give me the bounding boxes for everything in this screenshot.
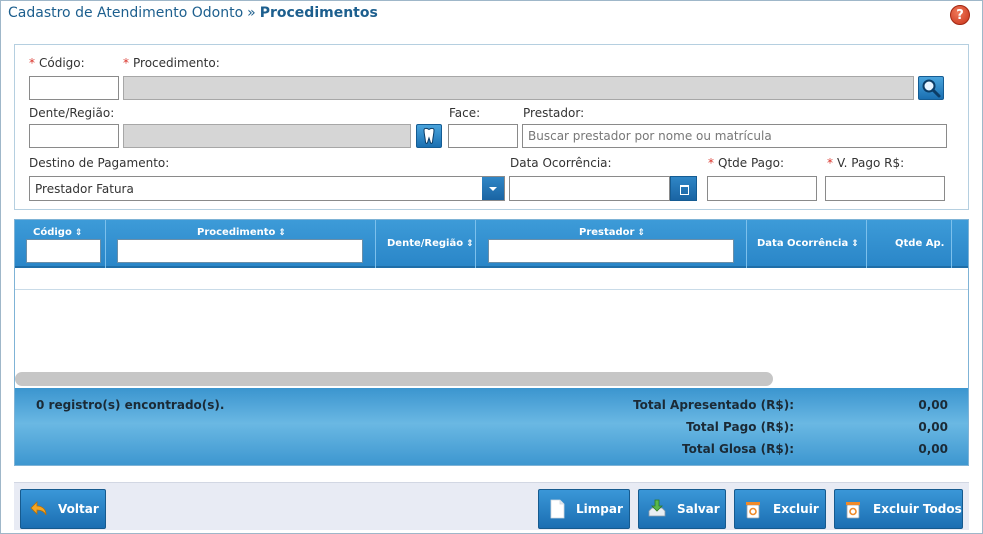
sort-icon[interactable]: ⇕ — [851, 239, 859, 249]
face-label: Face: — [449, 106, 481, 120]
excluir-todos-button-label: Excluir Todos — [873, 502, 962, 516]
qtde-pago-input[interactable] — [707, 176, 817, 201]
column-title: Data Ocorrência — [757, 238, 849, 249]
breadcrumb[interactable]: Cadastro de Atendimento Odonto — [8, 5, 243, 21]
destino-pagamento-select[interactable]: Prestador Fatura — [29, 176, 505, 201]
chevron-down-icon[interactable] — [482, 177, 504, 200]
column-title: Dente/Região — [387, 238, 464, 249]
filter-codigo-input[interactable] — [26, 239, 101, 263]
magnifier-icon — [922, 79, 941, 98]
qtde-pago-label: * Qtde Pago: — [708, 156, 784, 170]
search-dente-button[interactable] — [416, 124, 442, 148]
limpar-button-label: Limpar — [576, 502, 623, 516]
total-pago-label: Total Pago (R$): — [686, 420, 794, 434]
procedimentos-grid: Código ⇕ Procedimento ⇕ Dente/Região ⇕ Pres… — [14, 219, 969, 466]
prestador-search-input[interactable]: Buscar prestador por nome ou matrícula — [522, 124, 947, 148]
voltar-button-label: Voltar — [58, 502, 99, 516]
column-title: Procedimento — [197, 227, 276, 238]
procedimento-input — [123, 76, 914, 100]
help-icon[interactable]: ? — [950, 5, 970, 25]
codigo-input[interactable] — [29, 76, 119, 100]
action-bar: Voltar Limpar Salvar Excluir Excluir Tod… — [14, 482, 969, 530]
column-divider — [105, 220, 106, 268]
grid-header: Código ⇕ Procedimento ⇕ Dente/Região ⇕ Pres… — [15, 220, 968, 268]
page-title-text: Procedimentos — [259, 5, 378, 21]
salvar-button-label: Salvar — [677, 502, 720, 516]
column-header-data-ocorrencia[interactable]: Data Ocorrência ⇕ — [757, 238, 859, 249]
v-pago-label: * V. Pago R$: — [827, 156, 904, 170]
required-mark: * — [123, 56, 129, 70]
procedimento-label-text: Procedimento: — [133, 56, 220, 70]
calendar-icon[interactable] — [670, 176, 697, 201]
salvar-button[interactable]: Salvar — [638, 489, 726, 529]
procedimento-label: * Procedimento: — [123, 56, 220, 70]
data-ocorrencia-input[interactable] — [509, 176, 670, 201]
filter-procedimento-input[interactable] — [117, 239, 363, 263]
column-divider — [866, 220, 867, 268]
dente-regiao-input — [123, 124, 411, 148]
total-pago-value: 0,00 — [918, 420, 948, 434]
recycle-bin-icon — [746, 502, 760, 519]
column-divider — [375, 220, 376, 268]
breadcrumb-separator: » — [247, 5, 256, 21]
records-count: 0 registro(s) encontrado(s). — [36, 398, 225, 412]
required-mark: * — [29, 56, 35, 70]
tooth-icon — [423, 127, 435, 144]
column-header-procedimento[interactable]: Procedimento ⇕ — [197, 227, 286, 238]
face-input[interactable] — [448, 124, 518, 148]
destino-pagamento-label: Destino de Pagamento: — [29, 156, 170, 170]
column-divider — [951, 220, 952, 268]
dente-regiao-label: Dente/Região: — [29, 106, 115, 120]
column-title: Código — [33, 227, 72, 238]
document-icon — [550, 499, 565, 519]
search-procedimento-button[interactable] — [918, 76, 944, 100]
column-header-qtde-ap[interactable]: Qtde Ap. — [895, 238, 944, 249]
destino-pagamento-value: Prestador Fatura — [35, 182, 134, 196]
required-mark: * — [708, 156, 714, 170]
sort-icon[interactable]: ⇕ — [278, 228, 286, 238]
column-title: Prestador — [579, 227, 635, 238]
column-header-codigo[interactable]: Código ⇕ — [33, 227, 82, 238]
excluir-button[interactable]: Excluir — [734, 489, 826, 529]
back-arrow-icon — [30, 501, 47, 516]
voltar-button[interactable]: Voltar — [20, 489, 106, 529]
sort-icon[interactable]: ⇕ — [466, 239, 474, 249]
sort-icon[interactable]: ⇕ — [637, 228, 645, 238]
limpar-button[interactable]: Limpar — [538, 489, 630, 529]
column-divider — [475, 220, 476, 268]
page-title: Cadastro de Atendimento Odonto» Procedime… — [8, 5, 378, 21]
prestador-label: Prestador: — [523, 106, 585, 120]
total-apresentado-label: Total Apresentado (R$): — [633, 398, 794, 412]
filter-prestador-input[interactable] — [488, 239, 734, 263]
codigo-label: * Código: — [29, 56, 85, 70]
qtde-pago-label-text: Qtde Pago: — [718, 156, 785, 170]
dente-codigo-input[interactable] — [29, 124, 119, 148]
v-pago-label-text: V. Pago R$: — [837, 156, 905, 170]
v-pago-input[interactable] — [825, 176, 945, 201]
required-mark: * — [827, 156, 833, 170]
download-tray-icon — [648, 499, 666, 517]
excluir-button-label: Excluir — [773, 502, 819, 516]
horizontal-scrollbar[interactable] — [15, 372, 773, 386]
column-header-prestador[interactable]: Prestador ⇕ — [579, 227, 645, 238]
column-divider — [746, 220, 747, 268]
table-row — [15, 268, 968, 290]
excluir-todos-button[interactable]: Excluir Todos — [834, 489, 963, 529]
data-ocorrencia-label: Data Ocorrência: — [510, 156, 612, 170]
recycle-bin-icon — [846, 502, 860, 519]
grid-footer: 0 registro(s) encontrado(s). Total Apres… — [15, 388, 968, 465]
total-glosa-label: Total Glosa (R$): — [682, 442, 794, 456]
total-apresentado-value: 0,00 — [918, 398, 948, 412]
codigo-label-text: Código: — [39, 56, 85, 70]
total-glosa-value: 0,00 — [918, 442, 948, 456]
column-header-dente-regiao[interactable]: Dente/Região ⇕ — [387, 238, 474, 249]
sort-icon[interactable]: ⇕ — [75, 228, 83, 238]
